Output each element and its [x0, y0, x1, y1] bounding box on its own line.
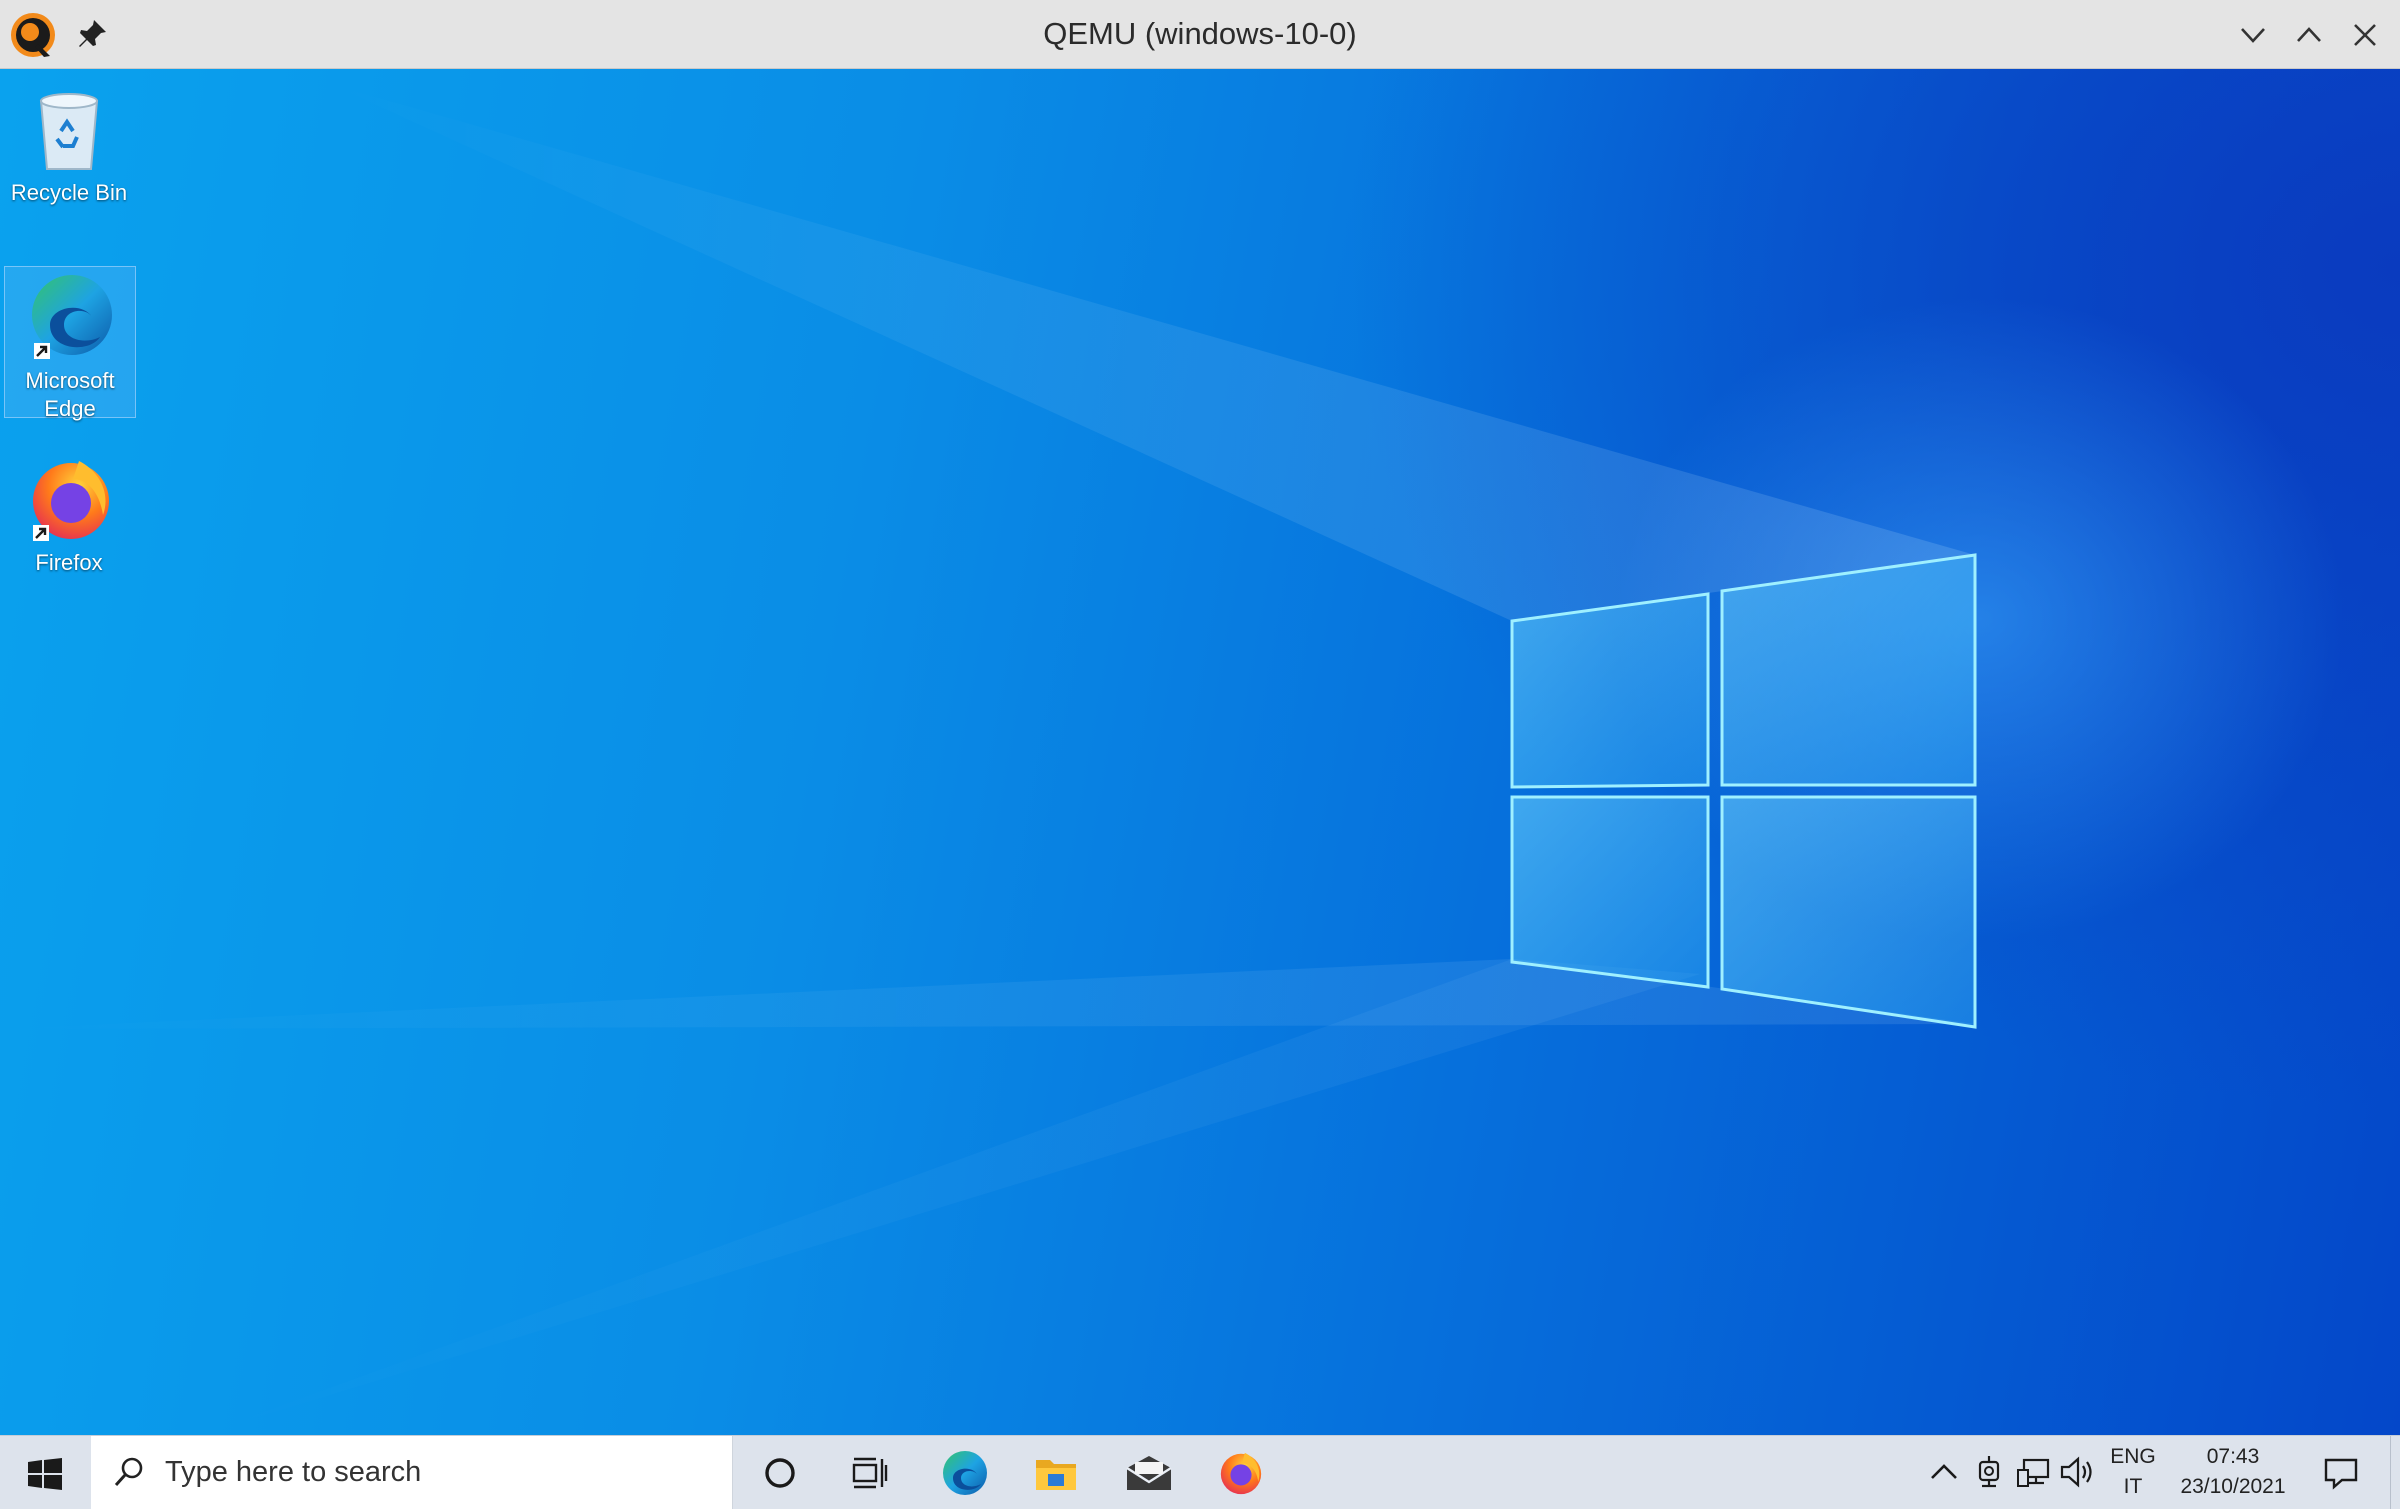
firefox-icon	[1220, 1452, 1262, 1494]
clock[interactable]: 07:43 23/10/2021	[2168, 1442, 2298, 1502]
windows-start-icon	[28, 1458, 62, 1490]
edge-icon	[32, 275, 112, 359]
desktop[interactable]: Recycle Bin Microsoft Edge Firefox	[0, 69, 2400, 1435]
search-icon	[114, 1457, 143, 1487]
desktop-icon-firefox[interactable]: Firefox	[4, 449, 134, 577]
volume-icon[interactable]	[2058, 1452, 2098, 1492]
webcam-icon[interactable]	[1970, 1452, 2010, 1492]
desktop-icon-label: Firefox	[35, 550, 103, 575]
start-button[interactable]	[0, 1436, 90, 1509]
language-indicator[interactable]: ENG IT	[2104, 1442, 2162, 1502]
taskbar-search-box[interactable]: Type here to search	[91, 1436, 733, 1509]
clock-time: 07:43	[2206, 1445, 2260, 1468]
desktop-icon-edge[interactable]: Microsoft Edge	[4, 266, 136, 421]
search-placeholder: Type here to search	[165, 1456, 422, 1488]
desktop-icon-recycle-bin[interactable]: Recycle Bin	[4, 79, 134, 207]
taskbar-edge-button[interactable]	[924, 1436, 1006, 1509]
close-icon[interactable]	[2344, 14, 2386, 56]
task-view-button[interactable]	[829, 1436, 911, 1509]
pin-icon[interactable]	[74, 16, 110, 52]
desktop-icon-label: Recycle Bin	[10, 180, 128, 205]
recycle-bin-icon	[39, 93, 99, 170]
clock-date: 23/10/2021	[2180, 1475, 2286, 1498]
language-code: ENG	[2110, 1445, 2156, 1468]
keyboard-layout: IT	[2123, 1475, 2143, 1498]
taskbar-firefox-button[interactable]	[1200, 1436, 1282, 1509]
qemu-title-bar: QEMU (windows-10-0)	[0, 0, 2400, 69]
wallpaper-windows-logo	[0, 84, 1977, 1435]
firefox-icon	[33, 461, 109, 541]
chevron-up-icon[interactable]	[2288, 14, 2330, 56]
notifications-icon[interactable]	[2318, 1450, 2364, 1496]
cortana-icon	[765, 1457, 795, 1488]
edge-icon	[943, 1450, 987, 1495]
cortana-button[interactable]	[739, 1436, 821, 1509]
chevron-up-icon[interactable]	[1924, 1452, 1964, 1492]
chevron-down-icon[interactable]	[2232, 14, 2274, 56]
window-title: QEMU (windows-10-0)	[1043, 16, 1357, 51]
show-desktop-button[interactable]	[2390, 1436, 2400, 1509]
desktop-icon-label: Microsoft Edge	[25, 368, 115, 421]
qemu-logo-icon[interactable]	[8, 10, 58, 60]
taskbar: Type here to search ENG IT 07:43 23/10/2…	[0, 1435, 2400, 1509]
network-icon[interactable]	[2014, 1452, 2054, 1492]
mail-button[interactable]	[1108, 1436, 1190, 1509]
mail-icon	[1126, 1455, 1172, 1490]
task-view-icon	[852, 1457, 888, 1488]
file-explorer-icon	[1036, 1459, 1076, 1490]
file-explorer-button[interactable]	[1015, 1436, 1097, 1509]
